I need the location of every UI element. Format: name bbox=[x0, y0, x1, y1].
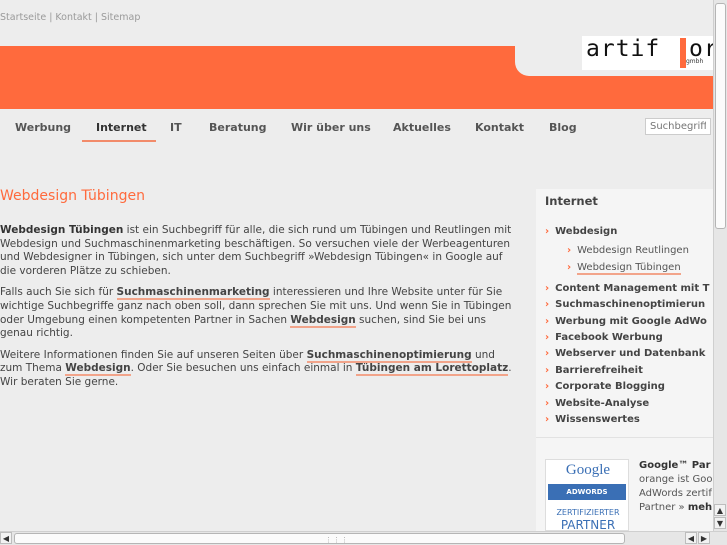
sidebar-item-label: Suchmaschinenoptimierun bbox=[555, 299, 706, 310]
logo-sub: gmbh bbox=[686, 58, 704, 65]
nav-beratung[interactable]: Beratung bbox=[209, 121, 267, 134]
top-link-sitemap[interactable]: Sitemap bbox=[101, 12, 140, 23]
nav-werbung[interactable]: Werbung bbox=[15, 121, 71, 134]
sidebar-item-label: Corporate Blogging bbox=[555, 381, 665, 392]
sidebar-item-label: Wissenswertes bbox=[555, 414, 640, 425]
vertical-scrollbar[interactable]: ▲ ▼ bbox=[713, 0, 727, 531]
vertical-scroll-thumb[interactable] bbox=[715, 3, 726, 229]
paragraph-1: Webdesign Tübingen ist ein Suchbegriff f… bbox=[0, 224, 520, 278]
paragraph-text: . Oder Sie besuchen uns einfach einmal i… bbox=[130, 362, 356, 375]
sidebar-item-wissenswertes[interactable]: › Wissenswertes bbox=[545, 414, 640, 425]
sidebar-item-website-analyse[interactable]: › Website-Analyse bbox=[545, 398, 649, 409]
google-logo-text: Google bbox=[565, 462, 611, 478]
google-partner-title: Google™ Par bbox=[639, 460, 711, 471]
chevron-right-icon: › bbox=[545, 316, 550, 327]
top-links: Startseite | Kontakt | Sitemap bbox=[0, 12, 140, 23]
paragraph-3: Weitere Informationen finden Sie auf uns… bbox=[0, 348, 520, 390]
sidebar-item-label: Barrierefreiheit bbox=[555, 365, 643, 376]
link-suchmaschinenmarketing[interactable]: Suchmaschinenmarketing bbox=[116, 286, 270, 301]
nav-blog[interactable]: Blog bbox=[549, 121, 577, 134]
arrow-down-icon[interactable]: ▼ bbox=[714, 517, 726, 529]
grip-icon: ⋮⋮⋮ bbox=[325, 536, 349, 544]
chevron-right-icon: › bbox=[545, 398, 550, 409]
main-content: Webdesign Tübingen ist ein Suchbegriff f… bbox=[0, 224, 520, 398]
sidebar-item-google-adwords[interactable]: › Werbung mit Google AdWo bbox=[545, 316, 707, 327]
sidebar-item-label: Facebook Werbung bbox=[555, 332, 663, 343]
google-partner-line: orange ist Goo bbox=[639, 474, 713, 485]
chevron-right-icon: › bbox=[545, 414, 550, 425]
company-logo[interactable]: artif or gmbh bbox=[582, 36, 713, 70]
chevron-right-icon: › bbox=[567, 245, 572, 256]
google-partner-badge[interactable]: Google ADWORDS ZERTIFIZIERTER PARTNER bbox=[545, 459, 629, 531]
sidebar-subitem-label: Webdesign Tübingen bbox=[577, 262, 681, 275]
google-partner-line: AdWords zertif bbox=[639, 488, 712, 499]
search-input[interactable] bbox=[645, 118, 711, 135]
sidebar-item-facebook-werbung[interactable]: › Facebook Werbung bbox=[545, 332, 663, 343]
horizontal-scroll-thumb[interactable]: ⋮⋮⋮ bbox=[14, 533, 625, 544]
sidebar-item-content-management[interactable]: › Content Management mit T bbox=[545, 283, 709, 294]
top-link-separator: | bbox=[49, 12, 53, 23]
link-tuebingen-lorettoplatz[interactable]: Tübingen am Lorettoplatz bbox=[355, 362, 509, 377]
arrow-left-icon[interactable]: ◀ bbox=[0, 532, 12, 544]
logo-word: artif bbox=[586, 36, 661, 62]
link-webdesign[interactable]: Webdesign bbox=[65, 362, 131, 377]
lead-term: Webdesign Tübingen bbox=[0, 224, 124, 236]
sidebar-item-webserver[interactable]: › Webserver und Datenbank bbox=[545, 348, 705, 359]
sidebar: Internet › Webdesign › Webdesign Reutlinge… bbox=[536, 189, 713, 531]
chevron-right-icon: › bbox=[545, 332, 550, 343]
chevron-right-icon: › bbox=[545, 381, 550, 392]
nav-kontakt[interactable]: Kontakt bbox=[475, 121, 524, 134]
chevron-right-icon: › bbox=[545, 226, 550, 237]
arrow-up-icon[interactable]: ▲ bbox=[714, 504, 726, 516]
sidebar-item-label: Content Management mit T bbox=[555, 283, 710, 294]
top-link-kontakt[interactable]: Kontakt bbox=[55, 12, 91, 23]
link-suchmaschinenoptimierung[interactable]: Suchmaschinenoptimierung bbox=[306, 348, 472, 363]
sidebar-item-label: Werbung mit Google AdWo bbox=[555, 316, 707, 327]
chevron-right-icon: › bbox=[545, 299, 550, 310]
chevron-right-icon: › bbox=[545, 283, 550, 294]
top-link-separator: | bbox=[94, 12, 98, 23]
paragraph-text: Falls auch Sie sich für bbox=[0, 286, 117, 299]
top-link-startseite[interactable]: Startseite bbox=[0, 12, 46, 23]
sidebar-item-label: Website-Analyse bbox=[555, 398, 650, 409]
nav-internet[interactable]: Internet bbox=[96, 121, 147, 134]
horizontal-scrollbar[interactable]: ◀ ⋮⋮⋮ ◀ ▶ bbox=[0, 531, 727, 545]
nav-wir-ueber-uns[interactable]: Wir über uns bbox=[291, 121, 371, 134]
partner-label: PARTNER bbox=[560, 518, 616, 531]
chevron-right-icon: › bbox=[567, 262, 572, 273]
sidebar-item-webdesign[interactable]: › Webdesign bbox=[545, 226, 617, 237]
nav-it[interactable]: IT bbox=[170, 121, 182, 134]
sidebar-title: Internet bbox=[545, 194, 598, 208]
paragraph-text: Weitere Informationen finden Sie auf uns… bbox=[0, 348, 307, 361]
chevron-right-icon: › bbox=[545, 365, 550, 376]
sidebar-subitem-label: Webdesign Reutlingen bbox=[577, 245, 689, 256]
google-partner-line: Partner » bbox=[639, 502, 685, 513]
arrow-right-icon[interactable]: ▶ bbox=[698, 532, 710, 544]
page-title: Webdesign Tübingen bbox=[0, 188, 145, 204]
adwords-label: ADWORDS bbox=[548, 484, 626, 500]
google-partner-more-link[interactable]: meh bbox=[688, 502, 712, 513]
main-nav: Werbung Internet IT Beratung Wir über un… bbox=[0, 109, 713, 153]
nav-active-indicator bbox=[82, 140, 156, 142]
nav-aktuelles[interactable]: Aktuelles bbox=[393, 121, 451, 134]
sidebar-item-suchmaschinenoptimierung[interactable]: › Suchmaschinenoptimierun bbox=[545, 299, 705, 310]
sidebar-subitem-webdesign-reutlingen[interactable]: › Webdesign Reutlingen bbox=[567, 245, 689, 256]
sidebar-item-corporate-blogging[interactable]: › Corporate Blogging bbox=[545, 381, 665, 392]
paragraph-2: Falls auch Sie sich für Suchmaschinenmar… bbox=[0, 286, 520, 340]
sidebar-item-barrierefreiheit[interactable]: › Barrierefreiheit bbox=[545, 365, 643, 376]
arrow-left-icon[interactable]: ◀ bbox=[685, 532, 697, 544]
google-logo: Google bbox=[546, 462, 628, 479]
link-webdesign[interactable]: Webdesign bbox=[290, 313, 356, 328]
sidebar-subitem-webdesign-tuebingen[interactable]: › Webdesign Tübingen bbox=[567, 262, 681, 275]
sidebar-item-label: Webdesign bbox=[555, 226, 618, 237]
sidebar-item-label: Webserver und Datenbank bbox=[555, 348, 706, 359]
zertifiziert-label: ZERTIFIZIERTER bbox=[556, 508, 620, 517]
sidebar-divider bbox=[536, 437, 713, 438]
google-partner-text: Google™ Par orange ist Goo AdWords zerti… bbox=[639, 459, 719, 515]
chevron-right-icon: › bbox=[545, 348, 550, 359]
